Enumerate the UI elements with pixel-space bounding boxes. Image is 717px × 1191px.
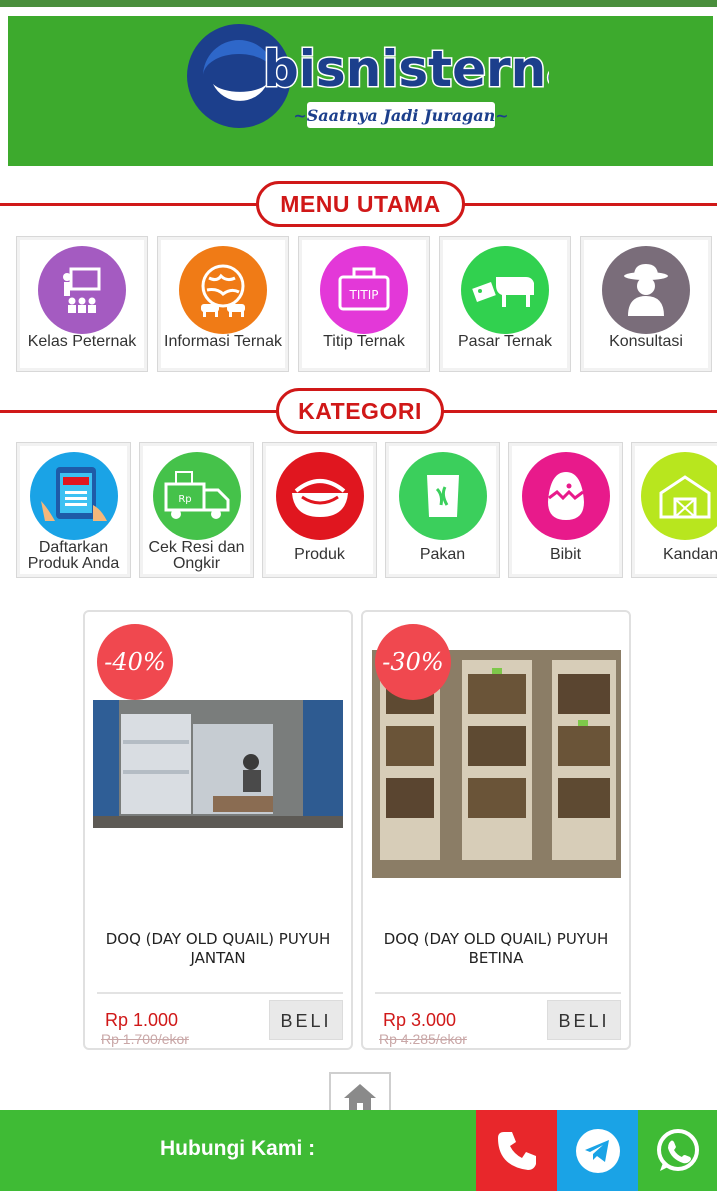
feed-sack-icon <box>398 452 487 540</box>
whatsapp-button[interactable] <box>638 1110 717 1191</box>
svg-text:bisnisternak.id: bisnisternak.id <box>263 40 549 98</box>
delivery-truck-icon: Rp <box>152 452 241 540</box>
menu-utama-title: MENU UTAMA <box>256 181 465 227</box>
kategori-title: KATEGORI <box>276 388 444 434</box>
cow-price-tag-icon <box>461 246 549 334</box>
phone-button[interactable] <box>476 1110 557 1191</box>
telegram-icon <box>575 1128 620 1173</box>
buy-button[interactable]: BELI <box>269 1000 343 1040</box>
menu-item-pasar-ternak[interactable]: Pasar Ternak <box>439 236 571 372</box>
menu-item-label: Kelas Peternak <box>27 333 137 350</box>
product-price: Rp 3.000 <box>383 1010 457 1030</box>
discount-badge: -40% <box>97 624 173 700</box>
briefcase-titip-icon: TITIP <box>320 246 408 334</box>
whatsapp-icon <box>656 1128 699 1171</box>
product-photo[interactable] <box>93 700 343 828</box>
product-card[interactable]: -30% DOQ (DAY OLD QUAIL) PUYUH BETINA Rp… <box>361 610 631 1050</box>
tablet-register-icon <box>29 452 118 540</box>
divider <box>375 992 621 994</box>
menu-item-label: Pasar Ternak <box>458 333 552 350</box>
menu-item-label: Titip Ternak <box>323 333 405 350</box>
menu-item-informasi-ternak[interactable]: Informasi Ternak <box>157 236 289 372</box>
discount-badge: -30% <box>375 624 451 700</box>
product-card[interactable]: -40% DOQ (DAY OLD QUAIL) PUYUH JANTAN Rp… <box>83 610 353 1050</box>
menu-item-label: Konsultasi <box>609 333 683 350</box>
svg-text:Rp: Rp <box>178 494 191 505</box>
category-label: Pakan <box>419 546 466 563</box>
product-old-price: Rp 4.285/ekor <box>379 1031 467 1047</box>
barn-icon <box>641 452 717 540</box>
svg-text:~Saatnya Jadi Juragan~: ~Saatnya Jadi Juragan~ <box>293 106 508 125</box>
contact-footer: Hubungi Kami : <box>0 1110 717 1191</box>
category-bibit[interactable]: Bibit <box>508 442 623 578</box>
farmer-avatar-icon <box>602 246 690 334</box>
category-daftarkan-produk[interactable]: Daftarkan Produk Anda <box>16 442 131 578</box>
category-label: Cek Resi dan Ongkir <box>148 539 245 572</box>
category-label: Kandang <box>662 546 717 563</box>
hatching-egg-icon <box>521 452 610 540</box>
menu-utama-heading: MENU UTAMA <box>0 181 717 227</box>
svg-text:TITIP: TITIP <box>349 288 379 302</box>
product-price: Rp 1.000 <box>105 1010 179 1030</box>
category-label: Bibit <box>549 546 582 563</box>
category-label: Produk <box>294 546 345 563</box>
category-label: Daftarkan Produk Anda <box>27 539 120 572</box>
presentation-class-icon <box>38 246 126 334</box>
product-old-price: Rp 1.700/ekor <box>101 1031 189 1047</box>
globe-livestock-icon <box>179 246 267 334</box>
category-cek-resi[interactable]: Rp Cek Resi dan Ongkir <box>139 442 254 578</box>
product-name[interactable]: DOQ (DAY OLD QUAIL) PUYUH BETINA <box>373 930 619 968</box>
menu-item-titip-ternak[interactable]: TITIP Titip Ternak <box>298 236 430 372</box>
menu-item-konsultasi[interactable]: Konsultasi <box>580 236 712 372</box>
menu-item-label: Informasi Ternak <box>164 333 282 350</box>
site-logo-banner[interactable]: bisnisternak.id ~Saatnya Jadi Juragan~ <box>8 16 713 166</box>
product-name[interactable]: DOQ (DAY OLD QUAIL) PUYUH JANTAN <box>95 930 341 968</box>
contact-label: Hubungi Kami : <box>160 1137 316 1160</box>
phone-icon <box>497 1131 536 1170</box>
divider <box>97 992 343 994</box>
kategori-heading: KATEGORI <box>0 388 717 434</box>
roast-chicken-basket-icon <box>275 452 364 540</box>
home-icon <box>344 1084 376 1112</box>
top-strip <box>0 0 717 7</box>
telegram-button[interactable] <box>557 1110 638 1191</box>
category-kandang[interactable]: Kandang <box>631 442 717 578</box>
buy-button[interactable]: BELI <box>547 1000 621 1040</box>
category-pakan[interactable]: Pakan <box>385 442 500 578</box>
category-produk[interactable]: Produk <box>262 442 377 578</box>
menu-item-kelas-peternak[interactable]: Kelas Peternak <box>16 236 148 372</box>
site-logo: bisnisternak.id ~Saatnya Jadi Juragan~ <box>187 24 549 128</box>
